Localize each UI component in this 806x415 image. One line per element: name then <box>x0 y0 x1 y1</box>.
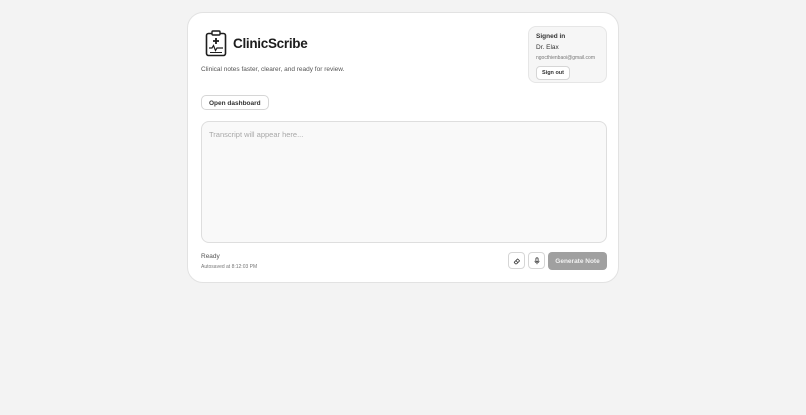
brand-name: ClinicScribe <box>233 36 308 51</box>
main-card: ClinicScribe Clinical notes faster, clea… <box>187 12 619 283</box>
autosave-text: Autosaved at 8:12:03 PM <box>201 264 258 270</box>
account-name: Dr. Elax <box>536 44 559 51</box>
clear-transcript-button[interactable] <box>508 252 525 269</box>
open-dashboard-button[interactable]: Open dashboard <box>201 95 269 110</box>
microphone-icon <box>534 256 539 264</box>
brand-tagline: Clinical notes faster, clearer, and read… <box>201 66 345 73</box>
account-email: ngocthienbaoi@gmail.com <box>536 55 595 61</box>
clipboard-medical-icon <box>205 30 227 57</box>
status-text: Ready <box>201 253 220 260</box>
record-button[interactable] <box>528 252 545 269</box>
account-panel: Signed in Dr. Elax ngocthienbaoi@gmail.c… <box>528 26 607 83</box>
transcript-textarea[interactable] <box>201 121 607 243</box>
eraser-icon <box>513 258 520 264</box>
sign-out-button[interactable]: Sign out <box>536 66 570 80</box>
generate-note-button[interactable]: Generate Note <box>548 252 607 270</box>
account-title: Signed in <box>536 33 566 40</box>
brand-logo: ClinicScribe <box>205 30 308 57</box>
